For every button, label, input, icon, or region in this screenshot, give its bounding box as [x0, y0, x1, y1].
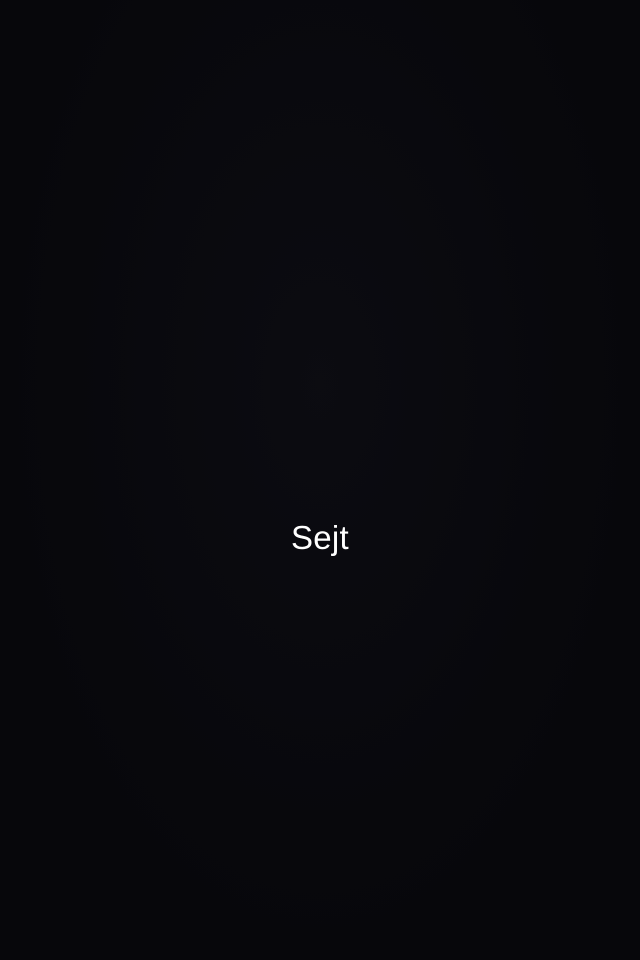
center-label: Sejt	[290, 519, 350, 556]
black-screen: Sejt	[0, 0, 640, 960]
